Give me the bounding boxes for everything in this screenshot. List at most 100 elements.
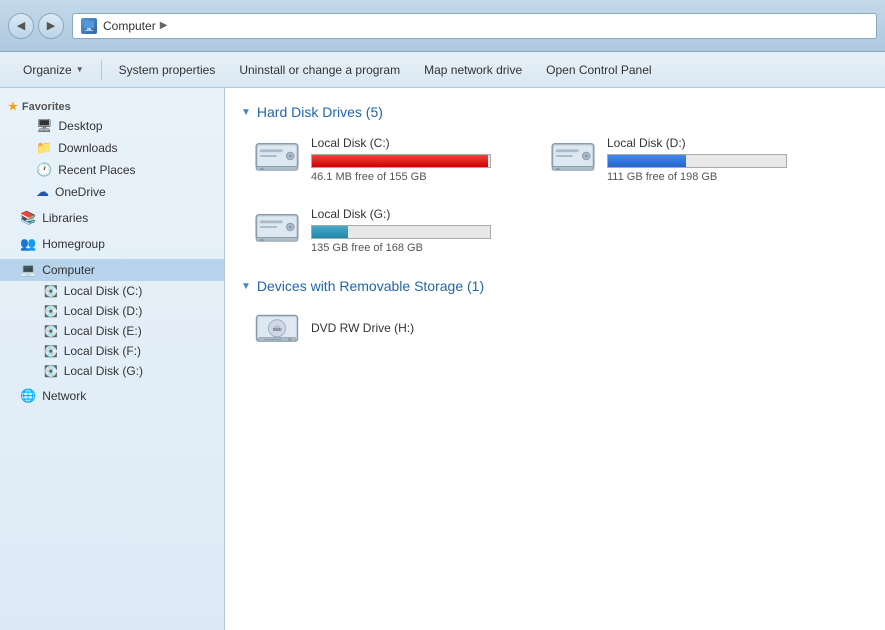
map-network-button[interactable]: Map network drive bbox=[413, 56, 533, 84]
computer-sidebar-icon: 💻 bbox=[20, 262, 36, 278]
onedrive-icon: ☁ bbox=[36, 184, 49, 200]
organize-label: Organize bbox=[23, 63, 72, 77]
network-icon: 🌐 bbox=[20, 388, 36, 404]
star-icon: ★ bbox=[8, 100, 18, 113]
address-computer: Computer bbox=[103, 19, 156, 33]
drive-c-icon bbox=[253, 136, 301, 176]
computer-label: Computer bbox=[42, 263, 95, 277]
sidebar-item-homegroup[interactable]: 👥 Homegroup bbox=[0, 233, 224, 255]
sidebar-item-disk-g[interactable]: 💽 Local Disk (G:) bbox=[0, 361, 224, 381]
drive-d-icon bbox=[549, 136, 597, 176]
nav-buttons: ◀ ▶ bbox=[8, 13, 64, 39]
address-bar[interactable]: Computer ▶ bbox=[72, 13, 877, 39]
disk-f-icon: 💽 bbox=[44, 345, 58, 358]
disk-e-icon: 💽 bbox=[44, 325, 58, 338]
hard-disk-collapse-arrow[interactable]: ▼ bbox=[241, 107, 251, 118]
drive-g-bar bbox=[312, 226, 348, 238]
system-properties-label: System properties bbox=[119, 63, 216, 77]
hard-disk-section-title: Hard Disk Drives (5) bbox=[257, 104, 383, 120]
sidebar-item-desktop[interactable]: 🖥 Desktop bbox=[0, 115, 224, 137]
sidebar-section-network: 🌐 Network bbox=[0, 385, 224, 407]
drive-g-name: Local Disk (G:) bbox=[311, 207, 525, 221]
svg-text:DVD: DVD bbox=[273, 327, 282, 332]
disk-g-label: Local Disk (G:) bbox=[64, 364, 143, 378]
sidebar-item-libraries[interactable]: 📚 Libraries bbox=[0, 207, 224, 229]
uninstall-label: Uninstall or change a program bbox=[239, 63, 400, 77]
title-bar: ◀ ▶ Computer ▶ bbox=[0, 0, 885, 52]
sidebar-section-libraries: 📚 Libraries bbox=[0, 207, 224, 229]
sidebar-item-recent-places[interactable]: 🕐 Recent Places bbox=[0, 159, 224, 181]
organize-dropdown-arrow: ▼ bbox=[76, 65, 84, 74]
disk-d-icon: 💽 bbox=[44, 305, 58, 318]
drive-item-d[interactable]: Local Disk (D:) 111 GB free of 198 GB bbox=[545, 132, 825, 187]
drive-d-bar bbox=[608, 155, 686, 167]
removable-section-header: ▼ Devices with Removable Storage (1) bbox=[241, 278, 869, 294]
disk-d-label: Local Disk (D:) bbox=[64, 304, 143, 318]
content-area: ▼ Hard Disk Drives (5) bbox=[225, 88, 885, 630]
drive-d-name: Local Disk (D:) bbox=[607, 136, 821, 150]
downloads-icon: 📁 bbox=[36, 140, 52, 156]
sidebar-item-disk-c[interactable]: 💽 Local Disk (C:) bbox=[0, 281, 224, 301]
main-layout: ★ Favorites 🖥 Desktop 📁 Downloads 🕐 Rece… bbox=[0, 88, 885, 630]
homegroup-icon: 👥 bbox=[20, 236, 36, 252]
removable-section-title: Devices with Removable Storage (1) bbox=[257, 278, 484, 294]
disk-c-icon: 💽 bbox=[44, 285, 58, 298]
toolbar-separator-1 bbox=[101, 60, 102, 80]
system-properties-button[interactable]: System properties bbox=[108, 56, 227, 84]
libraries-icon: 📚 bbox=[20, 210, 36, 226]
drive-c-info: Local Disk (C:) 46.1 MB free of 155 GB bbox=[311, 136, 525, 183]
homegroup-label: Homegroup bbox=[42, 237, 105, 251]
open-control-panel-button[interactable]: Open Control Panel bbox=[535, 56, 662, 84]
onedrive-label: OneDrive bbox=[55, 185, 106, 199]
sidebar: ★ Favorites 🖥 Desktop 📁 Downloads 🕐 Rece… bbox=[0, 88, 225, 630]
drive-g-bar-container bbox=[311, 225, 491, 239]
address-arrow: ▶ bbox=[160, 20, 168, 31]
downloads-label: Downloads bbox=[58, 141, 117, 155]
drive-g-free: 135 GB free of 168 GB bbox=[311, 242, 525, 254]
uninstall-button[interactable]: Uninstall or change a program bbox=[228, 56, 411, 84]
drive-d-info: Local Disk (D:) 111 GB free of 198 GB bbox=[607, 136, 821, 183]
sidebar-item-network[interactable]: 🌐 Network bbox=[0, 385, 224, 407]
drive-g-icon bbox=[253, 207, 301, 247]
favorites-label: Favorites bbox=[22, 101, 71, 113]
drive-g-info: Local Disk (G:) 135 GB free of 168 GB bbox=[311, 207, 525, 254]
toolbar: Organize ▼ System properties Uninstall o… bbox=[0, 52, 885, 88]
network-label: Network bbox=[42, 389, 86, 403]
removable-collapse-arrow[interactable]: ▼ bbox=[241, 281, 251, 292]
map-network-label: Map network drive bbox=[424, 63, 522, 77]
sidebar-item-downloads[interactable]: 📁 Downloads bbox=[0, 137, 224, 159]
forward-button[interactable]: ▶ bbox=[38, 13, 64, 39]
drive-c-name: Local Disk (C:) bbox=[311, 136, 525, 150]
recent-places-label: Recent Places bbox=[58, 163, 135, 177]
dvd-drive-item[interactable]: DVD DVD RW Drive (H:) bbox=[249, 306, 869, 354]
sidebar-section-homegroup: 👥 Homegroup bbox=[0, 233, 224, 255]
back-button[interactable]: ◀ bbox=[8, 13, 34, 39]
sidebar-item-computer[interactable]: 💻 Computer bbox=[0, 259, 224, 281]
disk-g-icon: 💽 bbox=[44, 365, 58, 378]
desktop-label: Desktop bbox=[59, 119, 103, 133]
libraries-label: Libraries bbox=[42, 211, 88, 225]
sidebar-item-disk-e[interactable]: 💽 Local Disk (E:) bbox=[0, 321, 224, 341]
recent-places-icon: 🕐 bbox=[36, 162, 52, 178]
open-control-panel-label: Open Control Panel bbox=[546, 63, 651, 77]
dvd-drive-name: DVD RW Drive (H:) bbox=[311, 321, 865, 335]
organize-button[interactable]: Organize ▼ bbox=[12, 56, 95, 84]
drive-d-free: 111 GB free of 198 GB bbox=[607, 171, 821, 183]
drive-c-bar bbox=[312, 155, 488, 167]
sidebar-item-onedrive[interactable]: ☁ OneDrive bbox=[0, 181, 224, 203]
drive-c-free: 46.1 MB free of 155 GB bbox=[311, 171, 525, 183]
disk-c-label: Local Disk (C:) bbox=[64, 284, 143, 298]
sidebar-item-disk-f[interactable]: 💽 Local Disk (F:) bbox=[0, 341, 224, 361]
drive-item-c[interactable]: Local Disk (C:) 46.1 MB free of 155 GB bbox=[249, 132, 529, 187]
drive-d-bar-container bbox=[607, 154, 787, 168]
drives-grid: Local Disk (C:) 46.1 MB free of 155 GB bbox=[241, 132, 869, 258]
sidebar-section-favorites: ★ Favorites 🖥 Desktop 📁 Downloads 🕐 Rece… bbox=[0, 96, 224, 203]
dvd-drive-info: DVD RW Drive (H:) bbox=[311, 321, 865, 339]
disk-f-label: Local Disk (F:) bbox=[64, 344, 141, 358]
favorites-header[interactable]: ★ Favorites bbox=[0, 96, 224, 115]
sidebar-section-computer: 💻 Computer 💽 Local Disk (C:) 💽 Local Dis… bbox=[0, 259, 224, 381]
computer-icon bbox=[81, 18, 97, 34]
sidebar-item-disk-d[interactable]: 💽 Local Disk (D:) bbox=[0, 301, 224, 321]
disk-e-label: Local Disk (E:) bbox=[64, 324, 142, 338]
drive-item-g[interactable]: Local Disk (G:) 135 GB free of 168 GB bbox=[249, 203, 529, 258]
